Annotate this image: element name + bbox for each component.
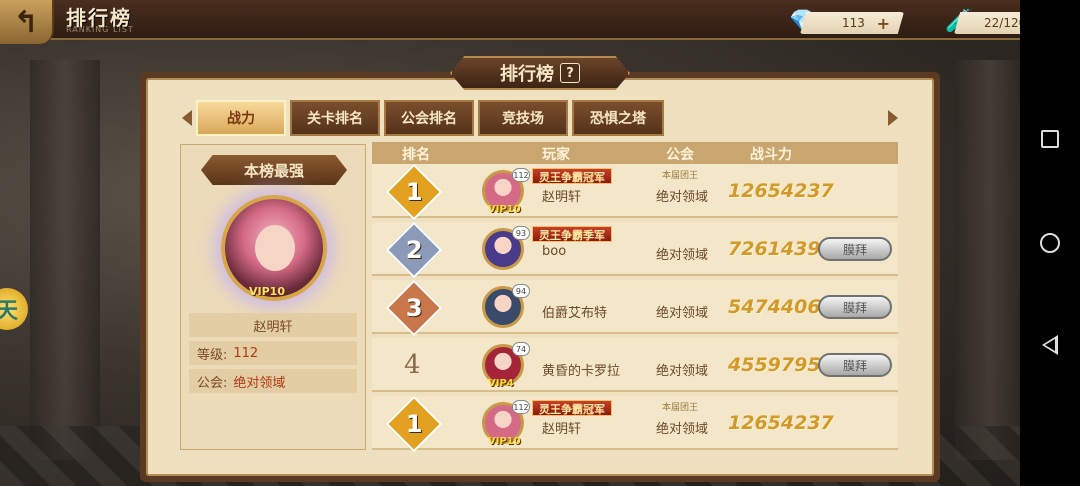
player-level: 74 [512,342,530,356]
tab-bar: 战力 关卡排名 公会排名 竞技场 恐惧之塔 [196,100,664,136]
tab-fear-tower[interactable]: 恐惧之塔 [572,100,664,136]
header-rank: 排名 [402,147,430,163]
player-name: boo [542,244,567,259]
player-name: 赵明轩 [542,422,582,437]
champion-portrait[interactable]: VIP10 [221,195,327,301]
champion-heading: 本榜最强 [201,155,347,185]
table-row[interactable]: 1 112 灵王争霸冠军 VIP10 赵明轩 本届团王绝对领域 12654237 [372,163,898,221]
player-vip: VIP10 [488,204,521,215]
player-vip: VIP10 [488,436,521,447]
player-guild: 绝对领域 [656,422,709,437]
pillar-right [955,60,1025,460]
worship-button[interactable]: 膜拜 [818,237,892,261]
rank-number: 4 [404,350,421,380]
table-row[interactable]: 3 94 伯爵艾布特 绝对领域 5474406 膜拜 [372,279,898,337]
player-title-tag: 灵王争霸季军 [532,226,612,242]
player-guild: 绝对领域 [656,248,709,263]
champion-name-row: 赵明轩 [189,313,357,337]
player-name: 黄昏的卡罗拉 [542,364,621,379]
player-title-tag: 灵王争霸冠军 [532,400,612,416]
champion-vip: VIP10 [249,285,285,298]
diamond-count: 113 [842,16,865,30]
guild-crown-label: 本届团王 [662,171,699,181]
player-level: 112 [512,400,530,414]
player-name: 赵明轩 [542,190,582,205]
table-row[interactable]: 4 74 VIP4 黄昏的卡罗拉 绝对领域 4559795 膜拜 [372,338,898,392]
rank-number: 1 [405,409,423,438]
tab-arena[interactable]: 竞技场 [478,100,568,136]
rank-number: 3 [405,293,423,322]
player-power: 5474406 [728,296,821,318]
champion-guild-label: 公会: [197,375,228,391]
worship-button[interactable]: 膜拜 [818,295,892,319]
tab-guild-rank[interactable]: 公会排名 [384,100,474,136]
tab-power[interactable]: 战力 [196,100,286,136]
help-button[interactable]: ? [560,63,580,83]
guild-crown-label: 本届团王 [662,403,699,413]
table-header: 排名 玩家 公会 战斗力 [372,142,898,164]
system-back-icon[interactable] [1042,335,1058,355]
worship-button[interactable]: 膜拜 [818,353,892,377]
home-icon[interactable] [1040,233,1060,253]
tabs-right-arrow-icon[interactable] [888,110,898,126]
champion-face [255,225,295,271]
system-nav-bar [1020,0,1080,486]
pillar-left [30,60,100,460]
champion-level: 112 [233,345,259,361]
player-guild: 绝对领域 [656,306,709,321]
header-player: 玩家 [542,147,570,163]
player-power: 4559795 [728,354,821,376]
rank-number: 1 [405,177,423,206]
panel-title: 排行榜 ? [450,56,630,90]
recent-apps-icon[interactable] [1041,130,1059,148]
player-vip: VIP4 [488,378,514,389]
header-power: 战斗力 [750,147,792,163]
player-name: 伯爵艾布特 [542,306,608,321]
back-arrow-icon: ↰ [13,4,39,40]
champion-panel: 本榜最强 VIP10 赵明轩 等级: 112 公会: 绝对领域 [180,144,366,450]
champion-name: 赵明轩 [253,319,293,335]
ranking-table: 排名 玩家 公会 战斗力 1 112 灵王争霸冠军 VIP10 赵明轩 本届团王 绝对领域 1… [372,142,898,453]
rank-gold-badge-icon: 1 [385,163,443,221]
player-guild: 绝对领域 [656,190,709,205]
player-power: 12654237 [728,180,834,202]
top-bar: ↰ 排行榜 RANKING LIST 💎 113 + 🧪 22/120 + [0,0,1080,44]
back-button[interactable]: ↰ [0,0,54,44]
champion-level-label: 等级: [197,347,228,363]
champion-level-row: 等级: 112 [189,341,357,365]
panel-title-text: 排行榜 [500,64,554,85]
champion-guild: 绝对领域 [233,375,286,391]
player-title-tag: 灵王争霸冠军 [532,168,612,184]
player-power: 7261439 [728,238,821,260]
tabs-left-arrow-icon[interactable] [182,110,192,126]
header-guild: 公会 [666,147,694,163]
player-level: 93 [512,226,530,240]
rank-gold-badge-icon: 1 [385,395,443,453]
tab-stage-rank[interactable]: 关卡排名 [290,100,380,136]
player-power: 12654237 [728,412,834,434]
rank-number: 2 [405,235,423,264]
rank-bronze-badge-icon: 3 [385,279,443,337]
table-row[interactable]: 1 112 灵王争霸冠军 VIP10 赵明轩 本届团王绝对领域 12654237 [372,395,898,453]
add-diamond-button[interactable]: + [877,14,890,33]
rank-silver-badge-icon: 2 [385,221,443,279]
player-guild: 绝对领域 [656,364,709,379]
champion-guild-row: 公会: 绝对领域 [189,369,357,393]
table-row[interactable]: 2 93 灵王争霸季军 boo 绝对领域 7261439 膜拜 [372,221,898,279]
page-subtitle: RANKING LIST [66,25,134,34]
diamond-resource: 113 + [800,12,904,34]
player-level: 112 [512,168,530,182]
player-level: 94 [512,284,530,298]
